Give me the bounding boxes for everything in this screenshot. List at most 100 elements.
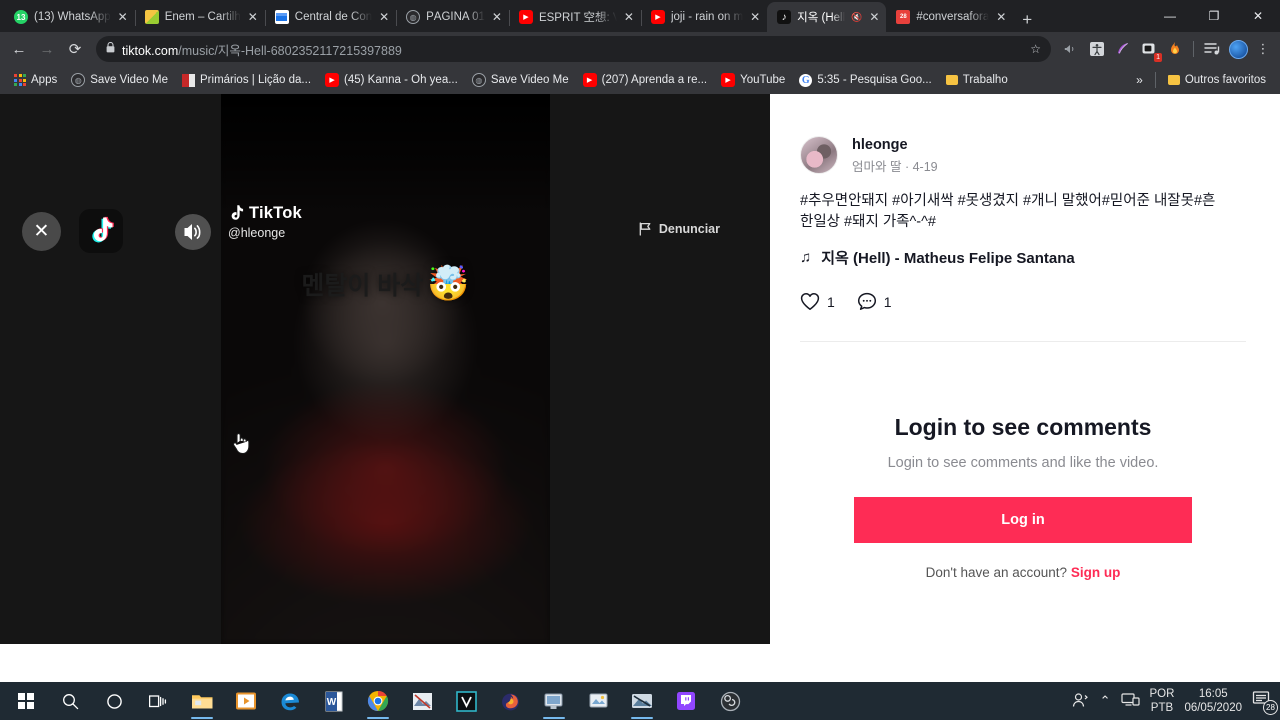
bookmark-label: Save Video Me xyxy=(90,74,169,86)
task-view-button[interactable] xyxy=(136,682,180,720)
bookmark-apps[interactable]: Apps xyxy=(8,71,63,89)
browser-tab-whatsapp[interactable]: 13 (13) WhatsApp ✕ xyxy=(4,2,136,32)
profile-avatar[interactable] xyxy=(1226,37,1250,61)
report-button[interactable]: Denunciar xyxy=(639,222,720,236)
login-title: Login to see comments xyxy=(894,414,1152,441)
tab-close-icon[interactable]: ✕ xyxy=(623,11,635,23)
tab-close-icon[interactable]: ✕ xyxy=(491,11,503,23)
tray-expand-chevron-icon[interactable]: ⌃ xyxy=(1100,693,1111,709)
like-stat[interactable]: 1 xyxy=(800,292,835,311)
playlist-extension-icon[interactable] xyxy=(1200,37,1224,61)
search-button[interactable] xyxy=(48,682,92,720)
twitch-button[interactable] xyxy=(664,682,708,720)
file-explorer-button[interactable] xyxy=(180,682,224,720)
tab-audio-muted-icon[interactable]: 🔇 xyxy=(851,12,862,23)
maximize-button[interactable]: ❐ xyxy=(1192,0,1236,32)
bookmark-youtube[interactable]: ▶ YouTube xyxy=(715,70,791,90)
browser-tab-central[interactable]: Central de Con ✕ xyxy=(265,2,398,32)
bookmark-label: (207) Aprenda a re... xyxy=(601,74,708,86)
bookmark-other-favorites[interactable]: Outros favoritos xyxy=(1162,71,1272,89)
tab-close-icon[interactable]: ✕ xyxy=(378,11,390,23)
media-player-button[interactable] xyxy=(224,682,268,720)
monitor-icon xyxy=(544,693,563,709)
bookmark-kanna[interactable]: ▶ (45) Kanna - Oh yea... xyxy=(319,70,464,90)
login-button[interactable]: Log in xyxy=(854,497,1192,544)
browser-toolbar: ← → ⟳ tiktok.com/music/지옥-Hell-680235211… xyxy=(0,32,1280,66)
photoshop-button[interactable] xyxy=(620,682,664,720)
tab-close-icon[interactable]: ✕ xyxy=(749,11,761,23)
chrome-menu-button[interactable]: ⋮ xyxy=(1252,41,1274,57)
people-icon[interactable] xyxy=(1072,692,1090,711)
language-indicator[interactable]: POR PTB xyxy=(1150,687,1175,716)
notification-center-button[interactable]: 28 xyxy=(1252,690,1278,715)
obs-button[interactable] xyxy=(708,682,752,720)
bookmark-star-icon[interactable]: ☆ xyxy=(1030,42,1041,56)
music-title[interactable]: 지옥 (Hell) - Matheus Felipe Santana xyxy=(821,247,1074,268)
tiktok-app-icon[interactable] xyxy=(79,209,123,253)
tab-title: ESPRIT 空想: V xyxy=(538,12,617,24)
browser-tab-tiktok-active[interactable]: ♪ 지옥 (Hell 🔇 ✕ xyxy=(767,2,887,32)
accessibility-extension-icon[interactable] xyxy=(1085,37,1109,61)
start-button[interactable] xyxy=(4,682,48,720)
firefox-button[interactable] xyxy=(488,682,532,720)
music-row[interactable]: ♫ 지옥 (Hell) - Matheus Felipe Santana xyxy=(800,247,1246,268)
whatsapp-icon: 13 xyxy=(14,10,28,24)
minimize-button[interactable]: — xyxy=(1148,0,1192,32)
word-button[interactable]: W xyxy=(312,682,356,720)
volume-button[interactable] xyxy=(175,214,211,250)
author-row[interactable]: hleonge 엄마와 딸 · 4-19 xyxy=(800,136,1246,175)
search-icon xyxy=(62,693,78,709)
bookmark-save-video-me-1[interactable]: ◍ Save Video Me xyxy=(65,70,174,90)
tab-close-icon[interactable]: ✕ xyxy=(117,11,129,23)
video-player-pane[interactable]: 멘탈이 바삭 🤯 ✕ TikTok @hleonge Denunciar xyxy=(0,94,770,644)
tab-close-icon[interactable]: ✕ xyxy=(247,11,259,23)
forward-button[interactable]: → xyxy=(34,36,60,62)
back-button[interactable]: ← xyxy=(6,36,32,62)
bookmark-pesquisa-google[interactable]: G 5:35 - Pesquisa Goo... xyxy=(793,71,937,90)
media-control-icon[interactable] xyxy=(1059,37,1083,61)
tab-close-icon[interactable]: ✕ xyxy=(995,11,1007,23)
browser-tab-conversafora[interactable]: 28 #conversafora ✕ xyxy=(886,2,1013,32)
browser-tab-pagina01[interactable]: ◍ PÁGINA 01 ✕ xyxy=(396,2,510,32)
language-bottom: PTB xyxy=(1150,702,1174,714)
flame-extension-icon[interactable] xyxy=(1163,37,1187,61)
url-host: tiktok.com xyxy=(122,43,179,58)
edge-button[interactable] xyxy=(268,682,312,720)
monitor-app-button[interactable] xyxy=(532,682,576,720)
clock[interactable]: 16:05 06/05/2020 xyxy=(1184,687,1242,716)
close-player-button[interactable]: ✕ xyxy=(22,212,61,251)
vegas-button[interactable] xyxy=(444,682,488,720)
tab-close-icon[interactable]: ✕ xyxy=(868,11,880,23)
chrome-button[interactable] xyxy=(356,682,400,720)
bookmark-aprenda[interactable]: ▶ (207) Aprenda a re... xyxy=(577,70,713,90)
bookmark-primarios[interactable]: Primários | Lição da... xyxy=(176,71,317,90)
paint-button[interactable] xyxy=(576,682,620,720)
bookmark-trabalho-folder[interactable]: Trabalho xyxy=(940,71,1014,89)
tab-title: Enem – Cartilh xyxy=(164,11,241,23)
url-path: /music/지옥-Hell-6802352117215397889 xyxy=(178,43,402,58)
post-info-pane: hleonge 엄마와 딸 · 4-19 #추우면안돼지 #아기새싹 #못생겼지… xyxy=(770,94,1280,644)
video-download-extension-icon[interactable]: 1 xyxy=(1137,37,1162,62)
network-icon[interactable] xyxy=(1120,692,1140,710)
browser-tab-esprit[interactable]: ▶ ESPRIT 空想: V ✕ xyxy=(509,2,642,32)
editor-button[interactable] xyxy=(400,682,444,720)
bookmarks-overflow-button[interactable]: » xyxy=(1130,73,1149,87)
comment-stat[interactable]: 1 xyxy=(857,292,892,311)
media-player-icon xyxy=(236,692,256,710)
author-username[interactable]: hleonge xyxy=(852,136,938,154)
avatar[interactable] xyxy=(800,136,838,174)
task-view-icon xyxy=(148,694,166,707)
reload-button[interactable]: ⟳ xyxy=(62,36,88,62)
volume-on-icon xyxy=(184,224,201,240)
cortana-button[interactable] xyxy=(92,682,136,720)
video-frame[interactable]: 멘탈이 바삭 🤯 xyxy=(221,94,550,644)
address-bar[interactable]: tiktok.com/music/지옥-Hell-680235211721539… xyxy=(96,36,1051,62)
signup-link[interactable]: Sign up xyxy=(1071,565,1121,580)
new-tab-button[interactable]: + xyxy=(1013,11,1041,32)
feather-extension-icon[interactable] xyxy=(1111,37,1135,61)
browser-tab-joji[interactable]: ▶ joji - rain on m ✕ xyxy=(641,2,769,32)
bookmark-save-video-me-2[interactable]: ◍ Save Video Me xyxy=(466,70,575,90)
browser-tab-enem[interactable]: Enem – Cartilh ✕ xyxy=(135,2,266,32)
close-window-button[interactable]: ✕ xyxy=(1236,0,1280,32)
tab-title: Central de Con xyxy=(294,11,373,23)
